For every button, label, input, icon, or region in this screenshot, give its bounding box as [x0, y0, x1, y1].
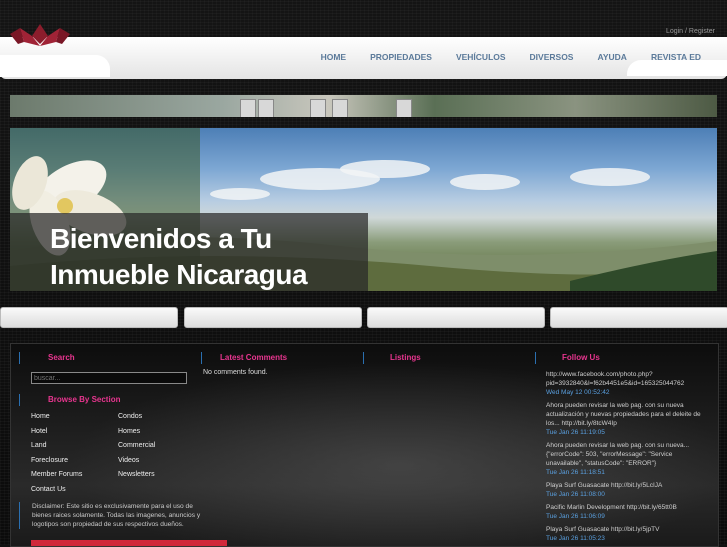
feed-item: Ahora pueden revisar la web pag. con su … — [546, 401, 706, 437]
follow-title: Follow Us — [535, 352, 600, 364]
banner-title-line1: Bienvenidos a Tu — [50, 223, 272, 254]
nav-diversos[interactable]: DIVERSOS — [530, 52, 574, 62]
feature-box[interactable] — [184, 307, 362, 328]
main-nav: HOME PROPIEDADES VEHÍCULOS DIVERSOS AYUD… — [297, 52, 701, 62]
nav-ayuda[interactable]: AYUDA — [597, 52, 626, 62]
section-link-home[interactable]: Home — [31, 410, 82, 425]
section-link-condos[interactable]: Condos — [118, 410, 155, 425]
banner-title-line2: Inmueble Nicaragua — [50, 259, 308, 290]
feature-boxes — [0, 307, 727, 328]
feed-item-text[interactable]: Pacific Marlin Development http://bit.ly… — [546, 503, 706, 512]
feed-item: http://www.facebook.com/photo.php?pid=39… — [546, 370, 706, 397]
feed-item: Pacific Marlin Development http://bit.ly… — [546, 503, 706, 521]
header-tab-right — [627, 60, 727, 76]
register-link[interactable]: Register — [689, 28, 715, 35]
lotus-logo-icon[interactable] — [10, 22, 70, 48]
feed-item-time: Tue Jan 26 11:08:00 — [546, 491, 605, 498]
login-bar: Login / Register — [666, 28, 715, 35]
section-link-contact-us[interactable]: Contact Us — [31, 483, 82, 498]
feed-item-time: Wed May 12 00:52:42 — [546, 389, 610, 396]
feed-item: Playa Surf Guasacate http://bit.ly/5LcIJ… — [546, 481, 706, 499]
browse-title: Browse By Section — [19, 394, 120, 406]
red-banner-strip[interactable] — [31, 540, 227, 546]
feed-item-text[interactable]: Ahora pueden revisar la web pag. con su … — [546, 441, 706, 468]
feed-item-time: Tue Jan 26 11:05:23 — [546, 535, 605, 542]
feed-item: Ahora pueden revisar la web pag. con su … — [546, 441, 706, 477]
follow-feed: http://www.facebook.com/photo.php?pid=39… — [546, 370, 706, 546]
section-link-homes[interactable]: Homes — [118, 425, 155, 440]
no-comments-text: No comments found. — [203, 369, 268, 376]
feed-item-time: Tue Jan 26 11:18:51 — [546, 469, 605, 476]
feed-item-time: Tue Jan 26 11:19:05 — [546, 429, 605, 436]
section-link-foreclosure[interactable]: Foreclosure — [31, 454, 82, 469]
section-link-member-forums[interactable]: Member Forums — [31, 468, 82, 483]
header-tab-left — [0, 55, 110, 77]
search-title: Search — [19, 352, 75, 364]
feed-item: Playa Surf Guasacate http://bit.ly/5jpTV… — [546, 525, 706, 543]
nav-home[interactable]: HOME — [321, 52, 347, 62]
feature-box[interactable] — [550, 307, 727, 328]
section-link-videos[interactable]: Videos — [118, 454, 155, 469]
disclaimer-text: Disclaimer: Este sitio es exclusivamente… — [19, 502, 202, 529]
feature-box[interactable] — [0, 307, 178, 328]
feed-item-text[interactable]: Playa Surf Guasacate http://bit.ly/5LcIJ… — [546, 481, 706, 490]
feed-item-text[interactable]: http://www.facebook.com/photo.php?pid=39… — [546, 370, 706, 388]
banner-caption: Bienvenidos a Tu Inmueble Nicaragua — [10, 213, 368, 291]
follow-column: Follow Us — [535, 352, 600, 364]
comments-title: Latest Comments — [201, 352, 287, 364]
search-input[interactable] — [31, 372, 187, 384]
nav-revista-ed[interactable]: REVISTA ED — [651, 52, 701, 62]
section-link-newsletters[interactable]: Newsletters — [118, 468, 155, 483]
comments-column: Latest Comments — [201, 352, 287, 364]
nav-vehiculos[interactable]: VEHÍCULOS — [456, 52, 506, 62]
feed-item-time: Tue Jan 26 11:06:09 — [546, 513, 605, 520]
feed-item-text[interactable]: Playa Surf Guasacate http://bit.ly/5jpTV — [546, 525, 706, 534]
nav-propiedades[interactable]: PROPIEDADES — [370, 52, 432, 62]
listings-column: Listings — [363, 352, 421, 364]
search-column: Search — [19, 352, 75, 364]
section-link-hotel[interactable]: Hotel — [31, 425, 82, 440]
login-link[interactable]: Login — [666, 28, 683, 35]
section-list-left: Home Hotel Land Foreclosure Member Forum… — [31, 410, 82, 497]
listings-title: Listings — [363, 352, 421, 364]
section-link-commercial[interactable]: Commercial — [118, 439, 155, 454]
section-link-land[interactable]: Land — [31, 439, 82, 454]
section-list-right: Condos Homes Commercial Videos Newslette… — [118, 410, 155, 483]
content-panel: Search Browse By Section Home Hotel Land… — [10, 343, 719, 547]
feed-item-text[interactable]: Ahora pueden revisar la web pag. con su … — [546, 401, 706, 428]
feature-box[interactable] — [367, 307, 545, 328]
photo-strip — [10, 95, 717, 117]
